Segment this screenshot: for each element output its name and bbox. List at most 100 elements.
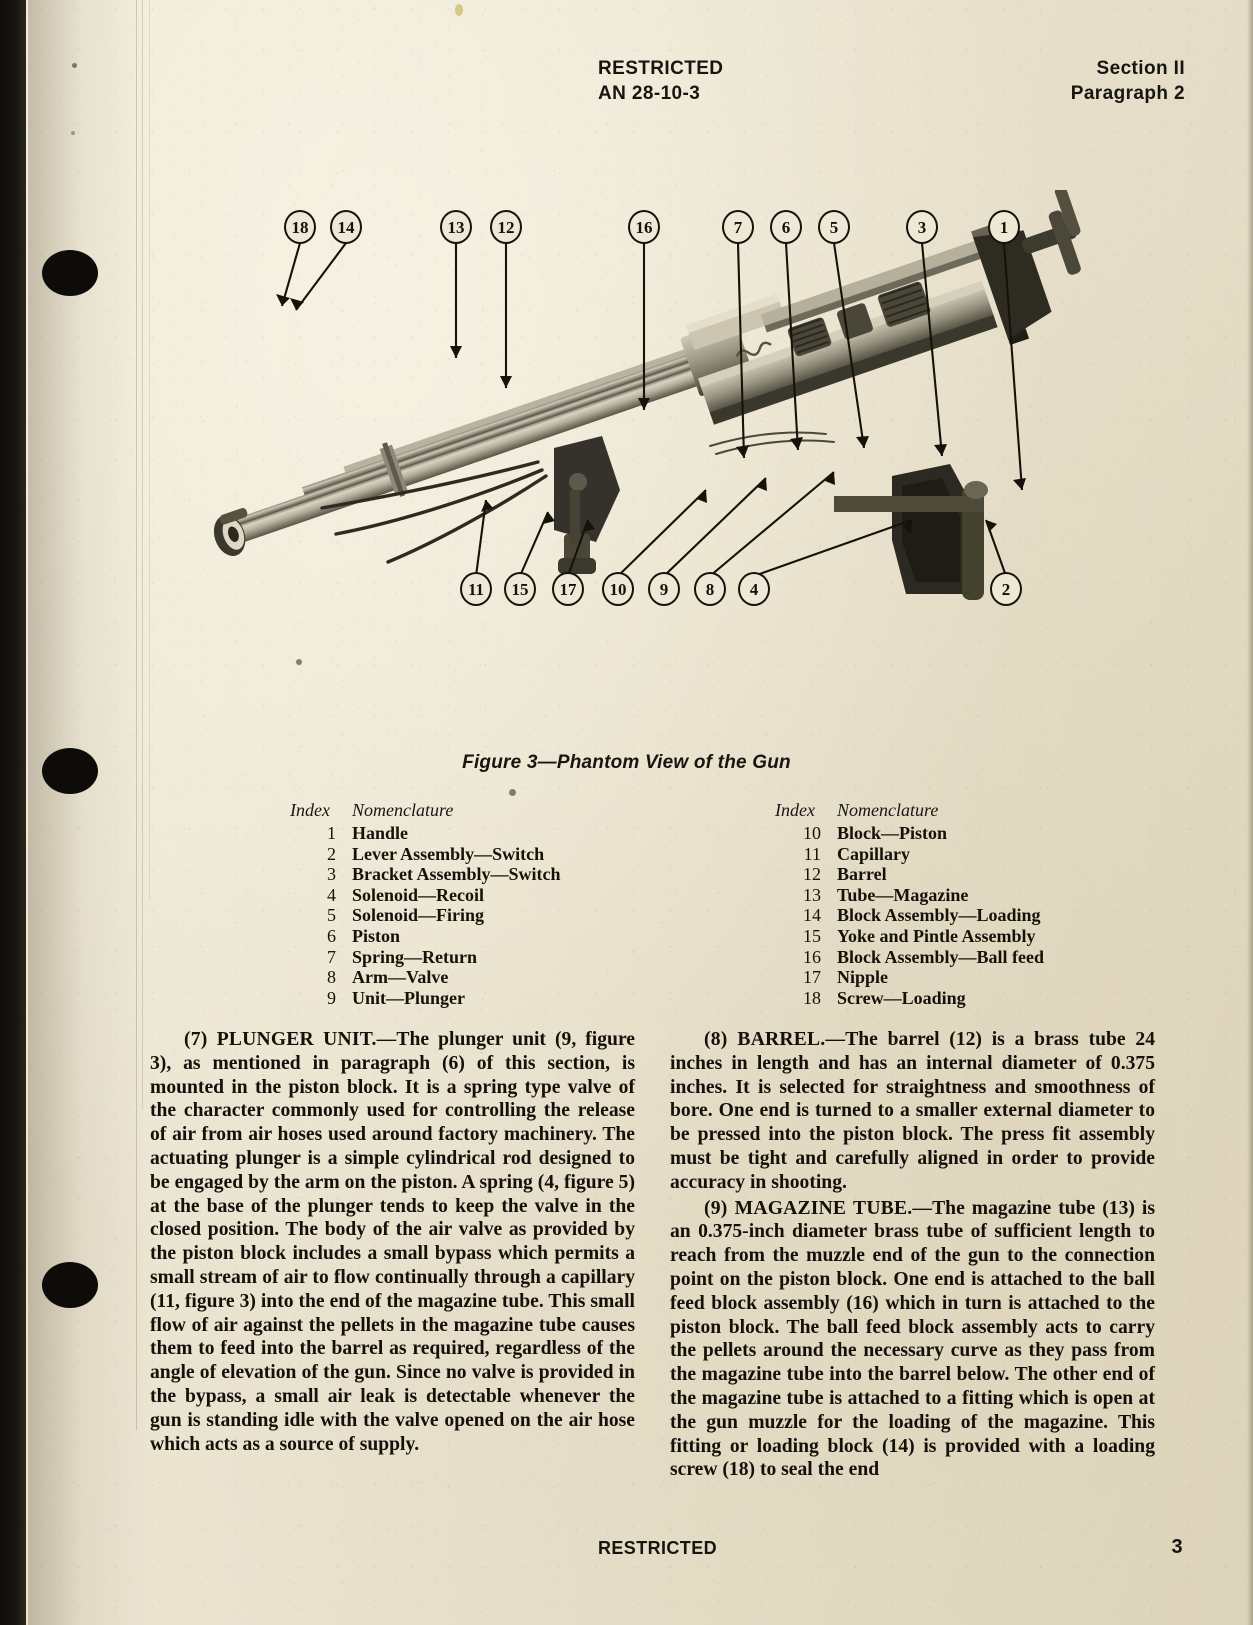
index-number: 10	[803, 823, 821, 843]
page-header-right: Section II Paragraph 2	[1071, 56, 1185, 106]
index-nomenclature: Arm—Valve	[352, 967, 449, 988]
index-number: 17	[803, 967, 821, 988]
index-nomenclature: Yoke and Pintle Assembly	[837, 925, 1036, 946]
index-row: 2 Lever Assembly—Switch	[290, 844, 710, 865]
callout-balloon[interactable]: 9	[648, 572, 680, 606]
ink-fleck	[71, 131, 75, 135]
index-column-right: Index Nomenclature 10 Block—Piston 11 Capil…	[775, 800, 1195, 1008]
callout-balloon[interactable]: 13	[440, 210, 472, 244]
index-number: 11	[803, 843, 821, 864]
index-nomenclature: Block—Piston	[837, 823, 948, 843]
callout-balloon[interactable]: 16	[628, 210, 660, 244]
index-nomenclature: Barrel	[837, 864, 887, 885]
callout-balloon[interactable]: 8	[694, 572, 726, 606]
index-number: 3	[327, 864, 336, 885]
callout-balloon[interactable]: 5	[818, 210, 850, 244]
index-number: 1	[327, 823, 336, 843]
callout-balloon[interactable]: 14	[330, 210, 362, 244]
punch-hole	[42, 250, 98, 296]
body-column-right: (8) BARREL.—The barrel (12) is a brass t…	[670, 1028, 1155, 1482]
index-row: 18 Screw—Loading	[775, 988, 1195, 1009]
index-row: 12 Barrel	[775, 864, 1195, 885]
index-row: 10 Block—Piston	[775, 823, 1195, 844]
index-row: 4 Solenoid—Recoil	[290, 885, 710, 906]
index-row: 1 Handle	[290, 823, 710, 844]
index-nomenclature: Solenoid—Recoil	[352, 884, 485, 905]
index-number: 12	[803, 864, 821, 885]
body-paragraph: (9) MAGAZINE TUBE.—The magazine tube (13…	[670, 1197, 1155, 1481]
index-number: 14	[803, 905, 821, 926]
index-number: 9	[327, 987, 336, 1008]
index-nomenclature: Capillary	[837, 843, 911, 864]
callout-balloon[interactable]: 12	[490, 210, 522, 244]
body-paragraph: (7) PLUNGER UNIT.—The plunger unit (9, f…	[150, 1029, 635, 1455]
index-row: 16 Block Assembly—Ball feed	[775, 947, 1195, 968]
callout-balloon[interactable]: 17	[552, 572, 584, 606]
index-row: 13 Tube—Magazine	[775, 885, 1195, 906]
index-nomenclature: Lever Assembly—Switch	[352, 843, 545, 864]
gutter-shadow	[28, 0, 148, 1625]
figure-caption: Figure 3—Phantom View of the Gun	[462, 752, 791, 773]
index-row: 17 Nipple	[775, 967, 1195, 988]
index-row: 7 Spring—Return	[290, 947, 710, 968]
index-nomenclature: Block Assembly—Ball feed	[837, 946, 1045, 967]
index-header-nomenclature: Nomenclature	[837, 800, 939, 820]
index-nomenclature: Spring—Return	[352, 946, 478, 967]
document-number: AN 28-10-3	[598, 83, 701, 104]
index-number: 18	[803, 987, 821, 1008]
callout-balloon[interactable]: 10	[602, 572, 634, 606]
callout-balloon[interactable]: 4	[738, 572, 770, 606]
bleed-through-line	[142, 0, 143, 1110]
figure-3-phantom-view: 18 14 13 12 16 7 6 5 3 1 11 15 17 10 9 8…	[150, 190, 1180, 630]
paragraph-run-in-heading: (8) BARREL.—	[704, 1029, 846, 1050]
scanned-page: RESTRICTED AN 28-10-3 Section II Paragra…	[0, 0, 1253, 1625]
index-nomenclature: Bracket Assembly—Switch	[352, 864, 561, 885]
scan-edge-border	[0, 0, 26, 1625]
footer-page-number: 3	[1171, 1536, 1183, 1558]
index-header-index: Index	[290, 800, 330, 820]
gun-phantom-view-photograph	[213, 190, 1081, 600]
index-row: 6 Piston	[290, 926, 710, 947]
index-number: 2	[327, 843, 336, 864]
index-column-header: Index Nomenclature	[775, 800, 1195, 821]
body-column-left: (7) PLUNGER UNIT.—The plunger unit (9, f…	[150, 1028, 635, 1456]
callout-balloon[interactable]: 15	[504, 572, 536, 606]
callout-balloon[interactable]: 18	[284, 210, 316, 244]
callout-balloon[interactable]: 7	[722, 210, 754, 244]
index-row: 5 Solenoid—Firing	[290, 905, 710, 926]
ink-fleck	[455, 4, 463, 16]
index-column-header: Index Nomenclature	[290, 800, 710, 821]
index-nomenclature-table: Index Nomenclature 1 Handle 2 Lever Assembl…	[150, 800, 1180, 1008]
footer-classification: RESTRICTED	[598, 1538, 718, 1558]
index-number: 5	[327, 905, 336, 926]
index-number: 8	[327, 967, 336, 988]
index-nomenclature: Screw—Loading	[837, 987, 966, 1008]
callout-balloon[interactable]: 3	[906, 210, 938, 244]
callout-balloon[interactable]: 6	[770, 210, 802, 244]
body-paragraph: (8) BARREL.—The barrel (12) is a brass t…	[670, 1029, 1155, 1193]
callout-balloon[interactable]: 2	[990, 572, 1022, 606]
index-nomenclature: Nipple	[837, 967, 889, 988]
index-nomenclature: Block Assembly—Loading	[837, 905, 1041, 926]
index-number: 6	[327, 925, 336, 946]
index-row: 11 Capillary	[775, 844, 1195, 865]
callout-balloon[interactable]: 11	[460, 572, 492, 606]
index-nomenclature: Handle	[352, 823, 409, 843]
bleed-through-line	[136, 0, 137, 1430]
classification-marking: RESTRICTED	[598, 58, 724, 79]
index-header-nomenclature: Nomenclature	[352, 800, 454, 820]
callout-balloon[interactable]: 1	[988, 210, 1020, 244]
ink-fleck	[509, 789, 516, 796]
index-row: 15 Yoke and Pintle Assembly	[775, 926, 1195, 947]
index-number: 7	[327, 946, 336, 967]
index-number: 15	[803, 925, 821, 946]
index-nomenclature: Piston	[352, 925, 401, 946]
index-nomenclature: Solenoid—Firing	[352, 905, 485, 926]
index-row: 3 Bracket Assembly—Switch	[290, 864, 710, 885]
punch-hole	[42, 1262, 98, 1308]
paragraph-label: Paragraph 2	[1070, 83, 1185, 104]
index-number: 13	[803, 884, 821, 905]
page-header-left: RESTRICTED AN 28-10-3	[598, 56, 723, 106]
right-edge-shadow	[1247, 0, 1253, 1625]
paragraph-run-in-heading: (7) PLUNGER UNIT.—	[184, 1029, 397, 1050]
